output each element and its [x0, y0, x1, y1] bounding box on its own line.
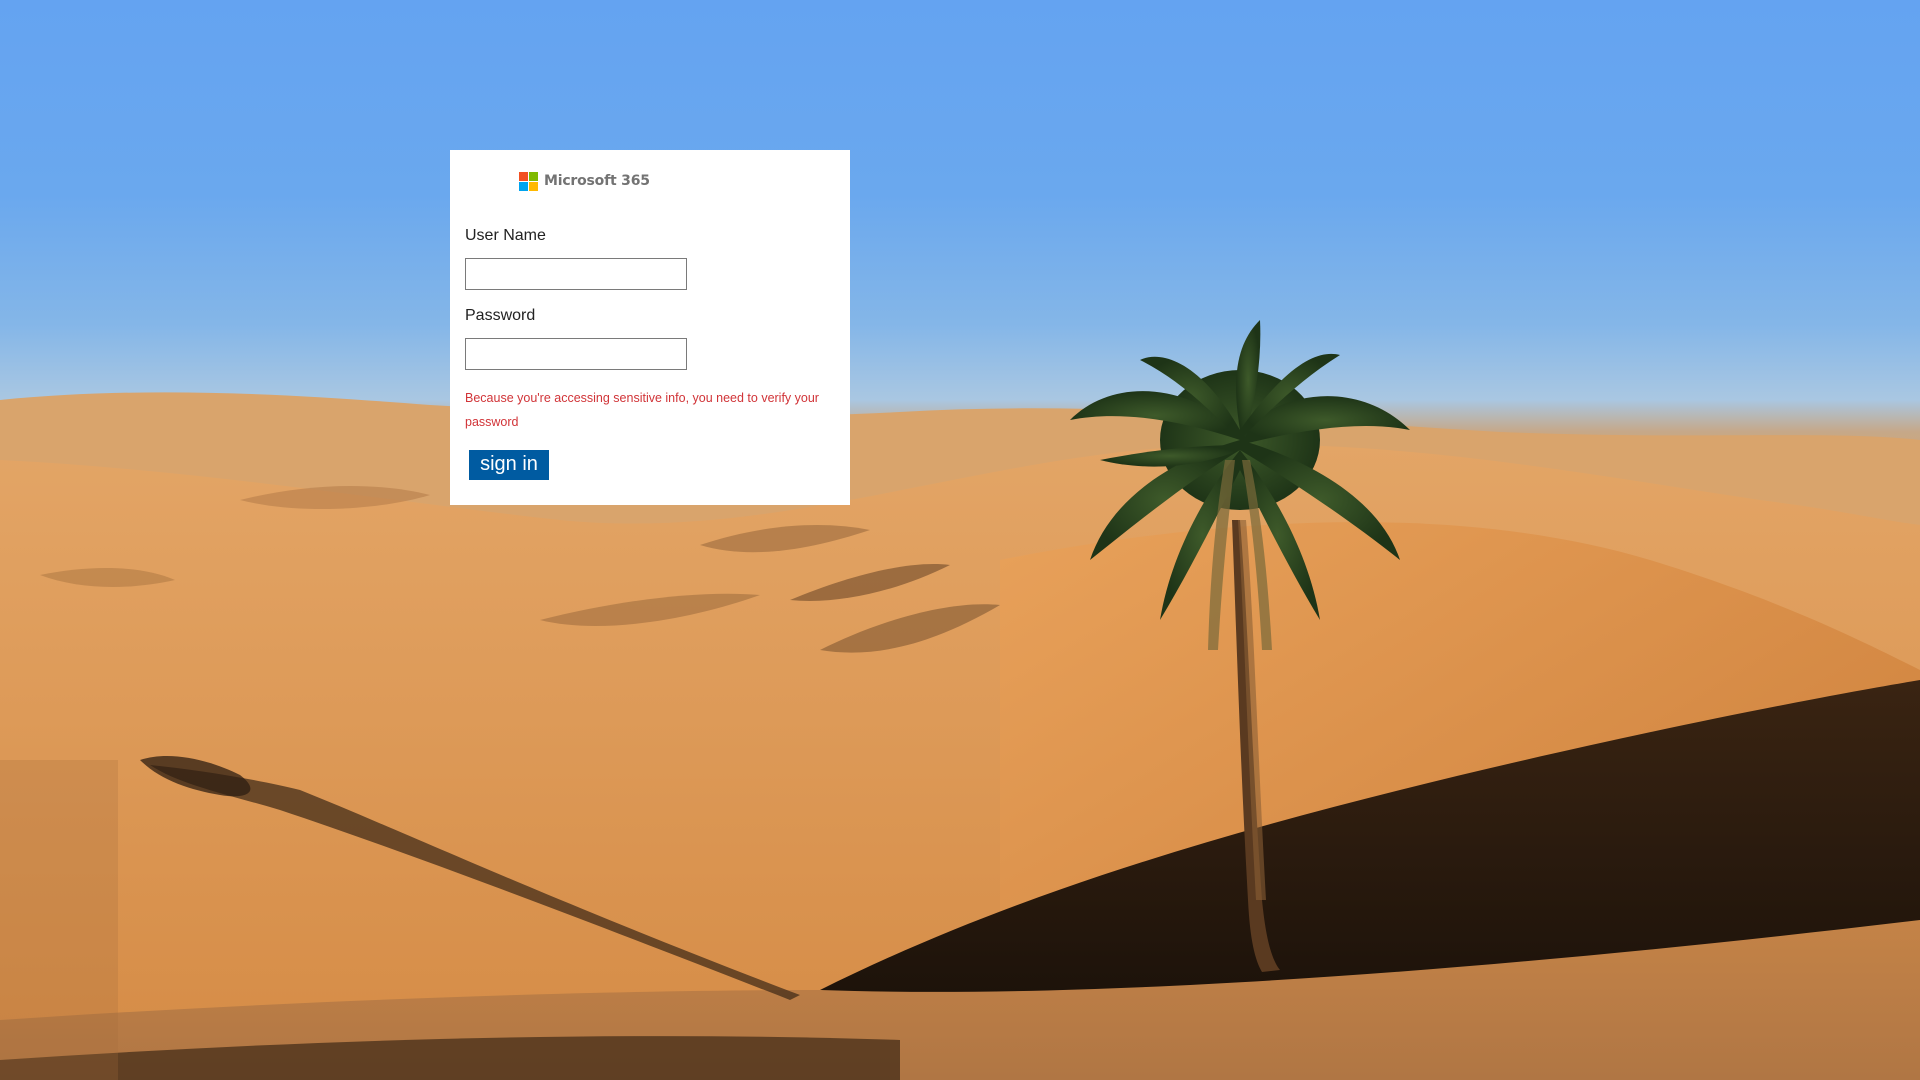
- logo-square-red: [519, 171, 528, 181]
- desert-scene-image: [0, 320, 1920, 1080]
- logo-square-yellow: [529, 181, 538, 191]
- logo-square-blue: [519, 181, 528, 191]
- verification-warning-text: Because you're accessing sensitive info,…: [465, 391, 819, 429]
- username-field[interactable]: [465, 258, 687, 290]
- password-label: Password: [465, 307, 536, 324]
- microsoft-four-squares-logo-icon: [519, 171, 538, 191]
- logo-text: Microsoft 365: [544, 173, 650, 189]
- logo-square-green: [529, 171, 538, 181]
- sign-in-button[interactable]: sign in: [469, 450, 549, 480]
- desert-background: [0, 0, 1920, 1080]
- sign-in-card: Microsoft 365 User Name Password Because…: [450, 150, 850, 505]
- password-field[interactable]: [465, 338, 687, 370]
- microsoft-365-logo: Microsoft 365: [519, 171, 650, 191]
- username-label: User Name: [465, 227, 546, 244]
